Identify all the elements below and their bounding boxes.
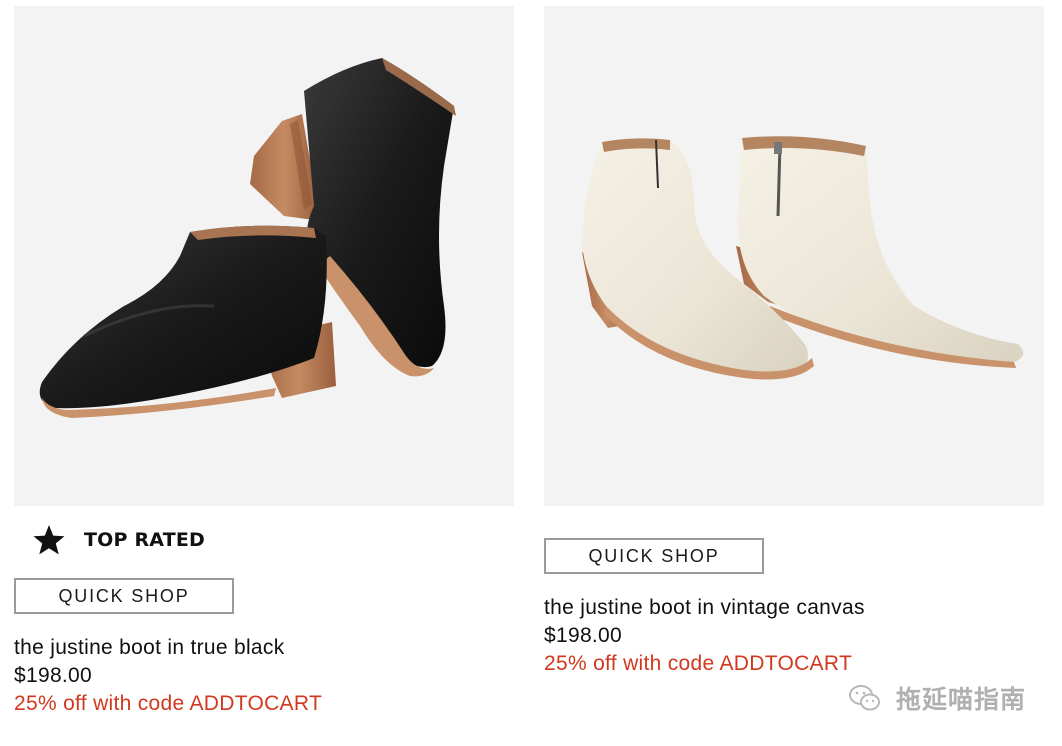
wechat-icon [849,685,880,711]
front-boot-shape [39,225,336,418]
product-promo: 25% off with code ADDTOCART [14,692,323,715]
black-ankle-boot-image [39,58,456,418]
top-rated-badge: TOP RATED [32,523,205,557]
product-name-link[interactable]: the justine boot in vintage canvas [544,596,865,620]
product-image-canvas-boot[interactable] [544,6,1044,506]
quick-shop-button[interactable]: QUICK SHOP [14,578,234,614]
star-icon [33,525,65,555]
quick-shop-button[interactable]: QUICK SHOP [544,538,764,574]
watermark-text: 拖延喵指南 [896,685,1027,714]
product-price: $198.00 [544,624,623,647]
cream-ankle-boot-image [582,136,1024,380]
top-rated-label: TOP RATED [84,529,206,551]
product-promo: 25% off with code ADDTOCART [544,652,853,675]
product-name-link[interactable]: the justine boot in true black [14,636,285,660]
product-price: $198.00 [14,664,93,687]
watermark: 拖延喵指南 [848,680,1026,716]
product-image-black-boot[interactable] [14,6,514,506]
